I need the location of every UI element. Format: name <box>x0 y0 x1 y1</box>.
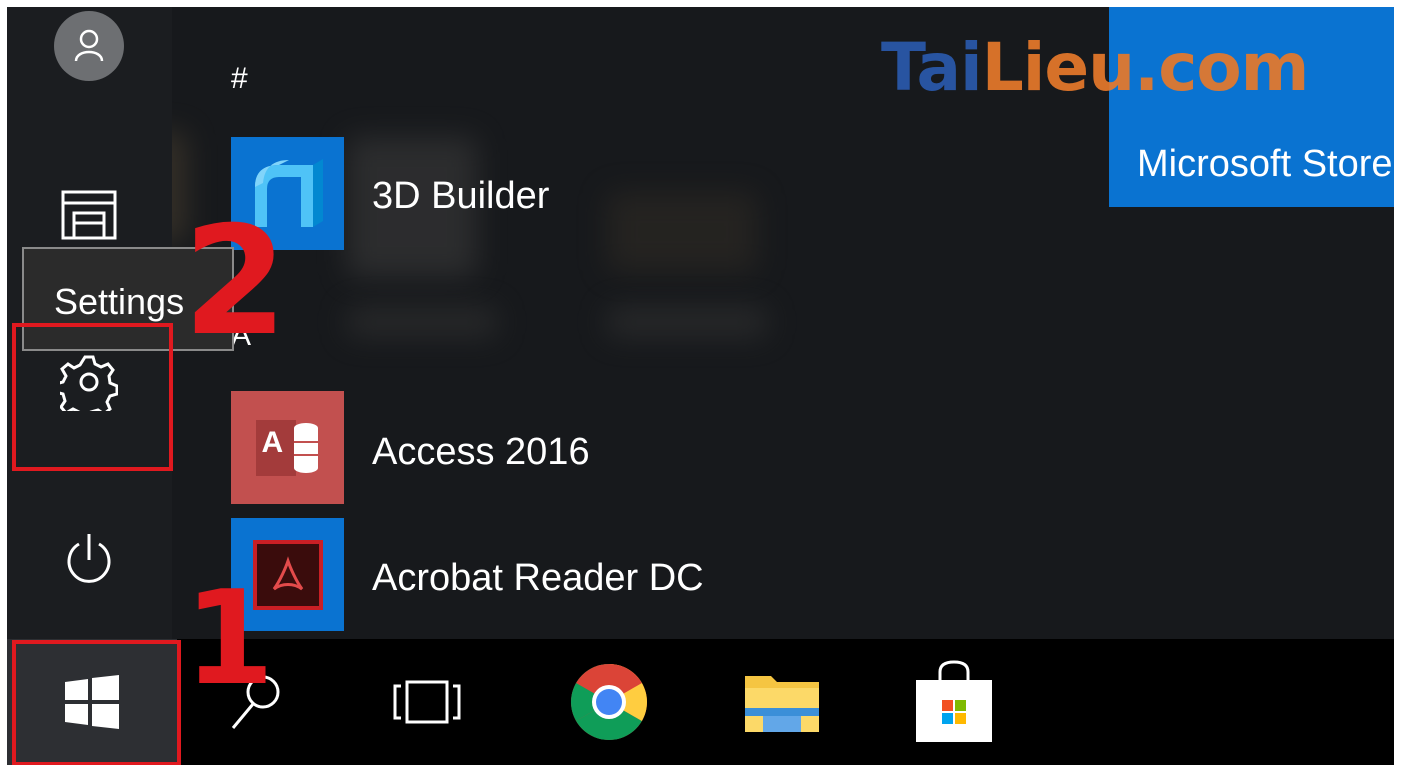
user-avatar[interactable] <box>54 11 124 81</box>
file-explorer-icon <box>61 190 117 240</box>
app-label-3d-builder[interactable]: 3D Builder <box>372 175 549 218</box>
file-explorer-icon <box>745 676 819 732</box>
step-2-label: 2 <box>183 195 288 369</box>
access-icon-letter: A <box>261 425 284 459</box>
documents-button[interactable] <box>29 172 149 258</box>
microsoft-store-tile-label: Microsoft Store <box>1137 143 1393 185</box>
highlight-settings <box>12 323 173 471</box>
tailieu-watermark: Tai Lieu .com <box>881 22 1309 112</box>
chrome-button[interactable] <box>567 639 651 765</box>
watermark-part1: Tai <box>881 28 983 106</box>
watermark-part3: .com <box>1134 28 1309 106</box>
watermark-part2: Lieu <box>981 28 1135 106</box>
blur-shape <box>347 307 497 337</box>
task-view-icon <box>393 680 461 724</box>
app-tile-access[interactable]: A <box>231 391 344 504</box>
user-icon <box>74 29 104 62</box>
app-label-access[interactable]: Access 2016 <box>372 431 590 474</box>
blur-shape <box>607 307 767 337</box>
app-label-acrobat[interactable]: Acrobat Reader DC <box>372 557 704 600</box>
chrome-icon <box>571 664 647 740</box>
file-explorer-button[interactable] <box>742 639 822 765</box>
section-header-hash[interactable]: # <box>231 62 248 96</box>
store-icon <box>916 660 992 742</box>
start-menu-screenshot: # 3D Builder A A Access 2016 Acrobat Rea… <box>7 7 1394 765</box>
blur-shape <box>607 192 757 272</box>
access-icon: A <box>255 416 320 480</box>
task-view-button[interactable] <box>387 639 467 765</box>
highlight-start <box>12 640 181 765</box>
step-1-label: 1 <box>184 562 275 714</box>
power-icon <box>67 534 111 583</box>
settings-tooltip-text: Settings <box>54 281 185 322</box>
power-button[interactable] <box>29 517 149 603</box>
store-button[interactable] <box>912 639 996 765</box>
